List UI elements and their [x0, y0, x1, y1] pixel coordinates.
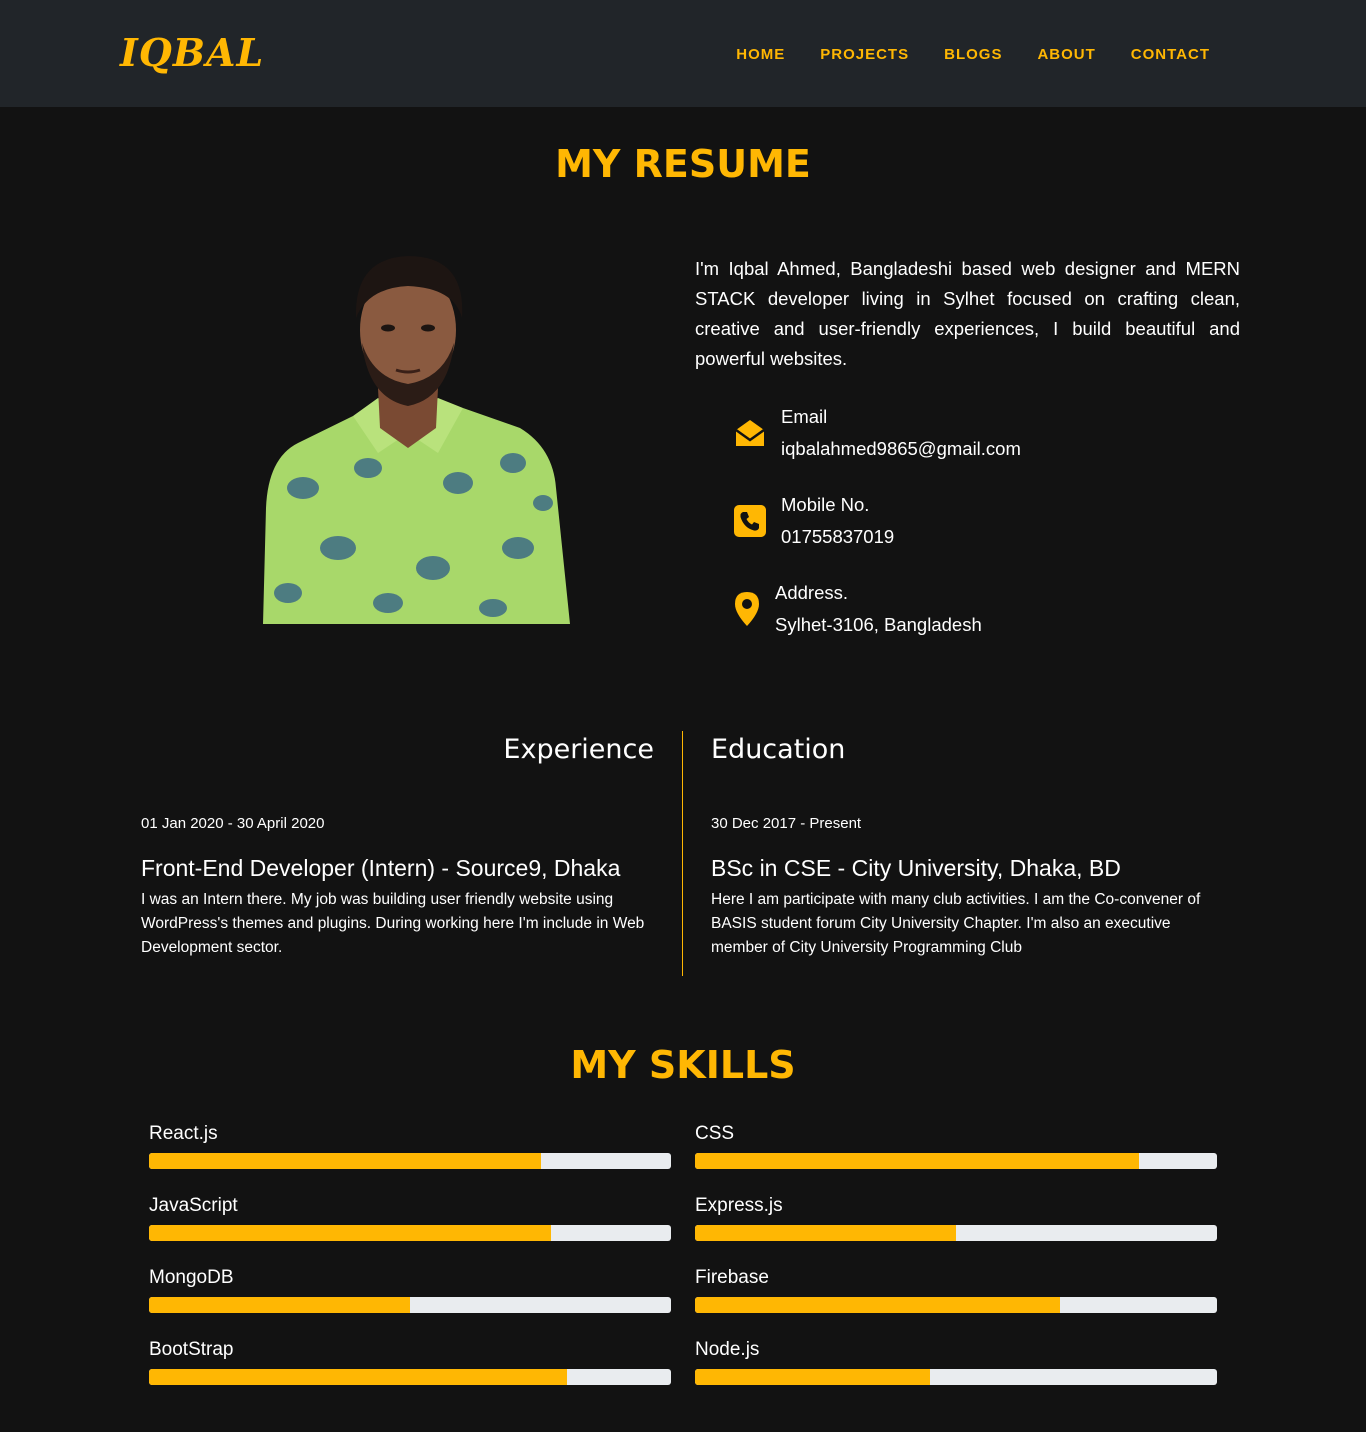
- skill-progress-bar: [149, 1153, 671, 1169]
- experience-heading: Experience: [503, 734, 654, 765]
- skill-item: Firebase: [695, 1265, 1217, 1313]
- nav-link-home[interactable]: HOME: [736, 44, 785, 66]
- contact-address: Address. Sylhet-3106, Bangladesh: [733, 577, 982, 641]
- contact-phone-value[interactable]: 01755837019: [781, 521, 894, 553]
- skill-item: Express.js: [695, 1193, 1217, 1241]
- skill-progress-fill: [695, 1225, 956, 1241]
- skill-progress-fill: [149, 1153, 541, 1169]
- envelope-open-icon: [733, 413, 767, 453]
- education-heading: Education: [711, 734, 846, 765]
- education-date: 30 Dec 2017 - Present: [711, 815, 862, 832]
- skill-name: BootStrap: [149, 1339, 234, 1360]
- navbar: IQBAL HOME PROJECTS BLOGS ABOUT CONTACT: [0, 0, 1366, 107]
- skill-progress-fill: [695, 1153, 1139, 1169]
- nav-link-blogs[interactable]: BLOGS: [944, 44, 1002, 66]
- skill-progress-bar: [695, 1297, 1217, 1313]
- skill-item: JavaScript: [149, 1193, 671, 1241]
- skill-progress-bar: [695, 1369, 1217, 1385]
- skill-progress-fill: [695, 1369, 930, 1385]
- skill-name: CSS: [695, 1123, 735, 1144]
- skill-name: MongoDB: [149, 1267, 234, 1288]
- skill-item: React.js: [149, 1121, 671, 1169]
- education-title: BSc in CSE - City University, Dhaka, BD: [711, 855, 1121, 881]
- skill-item: CSS: [695, 1121, 1217, 1169]
- nav-link-about[interactable]: ABOUT: [1037, 44, 1095, 66]
- contact-phone-label: Mobile No.: [781, 494, 870, 515]
- skill-name: Express.js: [695, 1195, 783, 1216]
- map-pin-icon: [733, 589, 761, 629]
- contact-email-label: Email: [781, 406, 828, 427]
- skill-progress-bar: [149, 1225, 671, 1241]
- skill-item: MongoDB: [149, 1265, 671, 1313]
- skill-name: Node.js: [695, 1339, 760, 1360]
- skill-progress-fill: [149, 1369, 567, 1385]
- skill-progress-bar: [149, 1297, 671, 1313]
- skill-progress-bar: [695, 1225, 1217, 1241]
- skill-progress-bar: [149, 1369, 671, 1385]
- skill-name: Firebase: [695, 1267, 769, 1288]
- skill-progress-fill: [695, 1297, 1061, 1313]
- skill-item: Node.js: [695, 1337, 1217, 1385]
- experience-title: Front-End Developer (Intern) - Source9, …: [141, 855, 621, 881]
- contact-address-label: Address.: [775, 582, 849, 603]
- skills-title: MY SKILLS: [570, 1043, 796, 1087]
- education-description: Here I am participate with many club act…: [711, 891, 1201, 956]
- experience-date: 01 Jan 2020 - 30 April 2020: [141, 815, 325, 832]
- contact-email: Email iqbalahmed9865@gmail.com: [733, 401, 1021, 465]
- skill-name: JavaScript: [149, 1195, 238, 1216]
- intro-text: I'm Iqbal Ahmed, Bangladeshi based web d…: [695, 258, 1240, 369]
- contact-phone: Mobile No. 01755837019: [733, 489, 894, 553]
- brand-logo[interactable]: IQBAL: [120, 28, 264, 78]
- phone-icon: [733, 501, 767, 541]
- nav-links: HOME PROJECTS BLOGS ABOUT CONTACT: [736, 44, 1210, 66]
- skill-progress-fill: [149, 1225, 551, 1241]
- nav-link-projects[interactable]: PROJECTS: [820, 44, 909, 66]
- skill-progress-fill: [149, 1297, 410, 1313]
- skill-name: React.js: [149, 1123, 218, 1144]
- contact-email-value[interactable]: iqbalahmed9865@gmail.com: [781, 433, 1021, 465]
- skill-item: BootStrap: [149, 1337, 671, 1385]
- profile-photo: [263, 256, 570, 624]
- timeline-divider: [682, 731, 683, 976]
- contact-address-value: Sylhet-3106, Bangladesh: [775, 614, 982, 635]
- experience-description: I was an Intern there. My job was buildi…: [141, 891, 645, 956]
- skill-progress-bar: [695, 1153, 1217, 1169]
- nav-link-contact[interactable]: CONTACT: [1131, 44, 1210, 66]
- resume-title: MY RESUME: [555, 142, 811, 186]
